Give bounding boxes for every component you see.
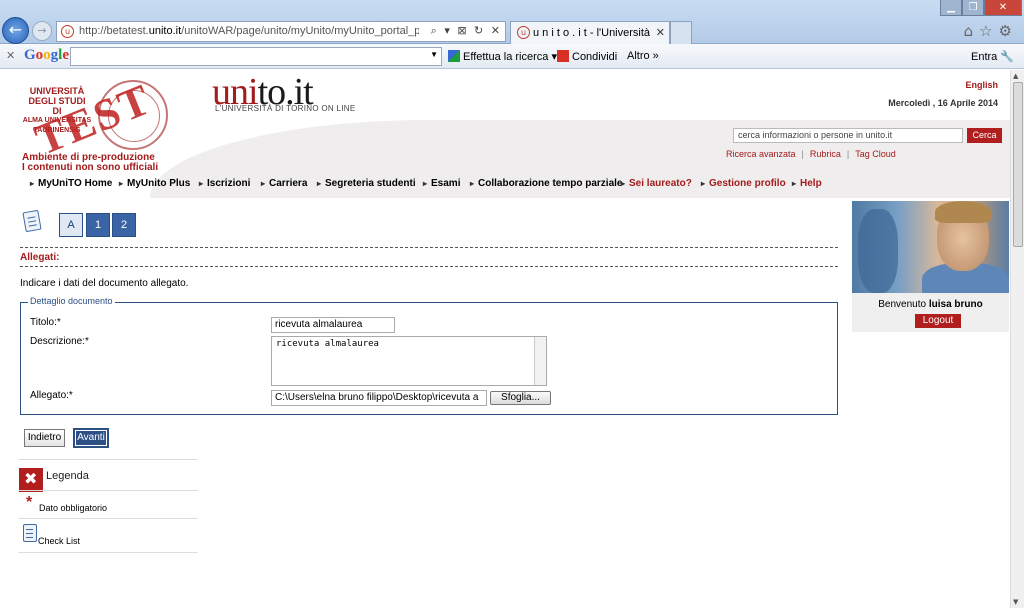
user-name: luisa bruno <box>928 299 983 310</box>
dropdown-arrow-icon[interactable]: ▼ <box>430 50 438 59</box>
browser-titlebar: ▁ ❐ ✕ ← → u http://betatest.unito.it/uni… <box>0 0 1024 44</box>
favorites-star-icon[interactable]: ☆ <box>979 22 998 40</box>
legend-divider <box>18 490 198 491</box>
step-a[interactable]: A <box>59 213 83 237</box>
legend-title: Legenda <box>46 470 89 482</box>
checklist-icon[interactable] <box>22 209 42 233</box>
section-title: Allegati: <box>20 252 60 263</box>
menu-iscrizioni[interactable]: Iscrizioni <box>199 178 250 189</box>
descrizione-text: ricevuta almalaurea <box>276 339 379 349</box>
next-button[interactable]: Avanti <box>73 428 109 448</box>
browser-right-icons: ⌂☆⚙ <box>964 22 1018 40</box>
university-logo: UNIVERSITÀ DEGLI STUDI DI ALMA UNIVERSIT… <box>8 74 168 165</box>
header-links: Ricerca avanzata | Rubrica | Tag Cloud <box>726 149 896 159</box>
descrizione-textarea[interactable]: ricevuta almalaurea <box>271 336 547 386</box>
google-search-button[interactable]: Effettua la ricerca ▾ <box>448 50 557 63</box>
divider <box>20 247 838 248</box>
titolo-input[interactable]: ricevuta almalaurea <box>271 317 395 333</box>
step-2[interactable]: 2 <box>112 213 136 237</box>
more-button[interactable]: Altro » <box>627 50 659 62</box>
back-arrow-icon[interactable]: ← <box>2 17 29 44</box>
site-subtitle: L'UNIVERSITÀ DI TORINO ON LINE <box>215 104 356 113</box>
menu-gestione-profilo[interactable]: Gestione profilo <box>701 178 786 189</box>
menu-myunito-home[interactable]: MyUniTO Home <box>30 178 112 189</box>
instructions-text: Indicare i dati del documento allegato. <box>20 278 189 289</box>
menu-sei-laureato[interactable]: Sei laureato? <box>621 178 692 189</box>
settings-gear-icon[interactable]: ⚙ <box>999 22 1018 40</box>
menu-collaborazione[interactable]: Collaborazione tempo parziale <box>470 178 622 189</box>
browse-button[interactable]: Sfoglia... <box>490 391 551 405</box>
sign-in-button[interactable]: Entra 🔧 <box>971 50 1014 63</box>
divider <box>20 266 838 267</box>
tab-favicon-icon: u <box>517 26 530 39</box>
new-tab-button[interactable] <box>670 21 692 44</box>
user-panel: Benvenuto luisa bruno Logout <box>852 201 1009 332</box>
checklist-label: Check List <box>38 536 81 546</box>
site-search-input[interactable]: cerca informazioni o persone in unito.it <box>733 128 963 143</box>
step-1[interactable]: 1 <box>86 213 110 237</box>
maximize-button[interactable]: ❐ <box>962 0 984 16</box>
scrollbar-thumb[interactable] <box>1013 82 1023 247</box>
forward-arrow-icon[interactable]: → <box>32 21 52 41</box>
wrench-icon[interactable]: 🔧 <box>1000 51 1014 63</box>
preprod-notice: Ambiente di pre-produzione I contenuti n… <box>22 152 159 173</box>
address-bar[interactable]: u http://betatest.unito.it/unitoWAR/page… <box>56 21 506 42</box>
advanced-search-link[interactable]: Ricerca avanzata <box>726 149 796 159</box>
share-icon <box>557 50 569 62</box>
close-window-button[interactable]: ✕ <box>984 0 1022 16</box>
fieldset-legend: Dettaglio documento <box>28 296 115 306</box>
menu-segreteria-studenti[interactable]: Segreteria studenti <box>317 178 416 189</box>
legend-divider <box>18 459 198 460</box>
tab-title: u n i t o . i t - l'Università di ... <box>533 27 651 39</box>
minimize-button[interactable]: ▁ <box>940 0 962 16</box>
site-search-button[interactable]: Cerca <box>967 128 1002 143</box>
back-button[interactable]: Indietro <box>24 429 65 447</box>
toolbar-close-icon[interactable]: ✕ <box>6 49 15 62</box>
titolo-label: Titolo:* <box>30 317 61 328</box>
url-text: http://betatest.unito.it/unitoWAR/page/u… <box>79 25 419 37</box>
allegato-file-input[interactable]: C:\Users\elna bruno filippo\Desktop\rice… <box>271 390 487 406</box>
legend-divider <box>18 552 198 553</box>
legend-divider <box>18 518 198 519</box>
legend-pin-icon: ✖ <box>19 468 43 492</box>
directory-link[interactable]: Rubrica <box>810 149 841 159</box>
unito-favicon-icon: u <box>61 25 74 38</box>
address-bar-icons[interactable]: ⌕ ▾ ⊠ ↻ ✕ <box>431 24 502 38</box>
menu-myunito-plus[interactable]: MyUnito Plus <box>119 178 190 189</box>
menu-esami[interactable]: Esami <box>423 178 460 189</box>
tag-cloud-link[interactable]: Tag Cloud <box>855 149 896 159</box>
user-photo <box>852 201 1009 293</box>
share-button[interactable]: Condividi <box>557 50 617 63</box>
google-toolbar: ✕ Google ▼ Effettua la ricerca ▾ Condivi… <box>0 44 1024 69</box>
scroll-up-icon[interactable]: ▲ <box>1013 72 1018 80</box>
web-page: UNIVERSITÀ DEGLI STUDI DI ALMA UNIVERSIT… <box>0 70 1010 608</box>
scroll-down-icon[interactable]: ▼ <box>1013 598 1018 606</box>
google-logo: Google <box>24 47 70 63</box>
textarea-scrollbar[interactable] <box>534 337 546 385</box>
logout-button[interactable]: Logout <box>915 314 961 328</box>
welcome-text: Benvenuto luisa bruno <box>878 299 983 310</box>
tab-close-icon[interactable]: ✕ <box>656 26 665 39</box>
menu-help[interactable]: Help <box>792 178 822 189</box>
menu-carriera[interactable]: Carriera <box>261 178 307 189</box>
tab-unito[interactable]: u u n i t o . i t - l'Università di ... … <box>510 21 670 44</box>
google-search-icon <box>448 50 460 62</box>
required-label: Dato obbligatorio <box>39 503 108 513</box>
home-icon[interactable]: ⌂ <box>964 22 980 40</box>
current-date: Mercoledì , 16 Aprile 2014 <box>888 98 998 108</box>
language-link[interactable]: English <box>965 80 998 90</box>
descrizione-label: Descrizione:* <box>30 336 89 347</box>
checklist-icon <box>23 524 37 542</box>
google-search-input[interactable]: ▼ <box>70 47 442 66</box>
required-star-icon: * <box>26 494 33 511</box>
page-scrollbar[interactable]: ▲ ▼ <box>1010 70 1024 608</box>
main-menu: MyUniTO Home MyUnito Plus Iscrizioni Car… <box>20 176 1010 192</box>
allegato-label: Allegato:* <box>30 390 73 401</box>
